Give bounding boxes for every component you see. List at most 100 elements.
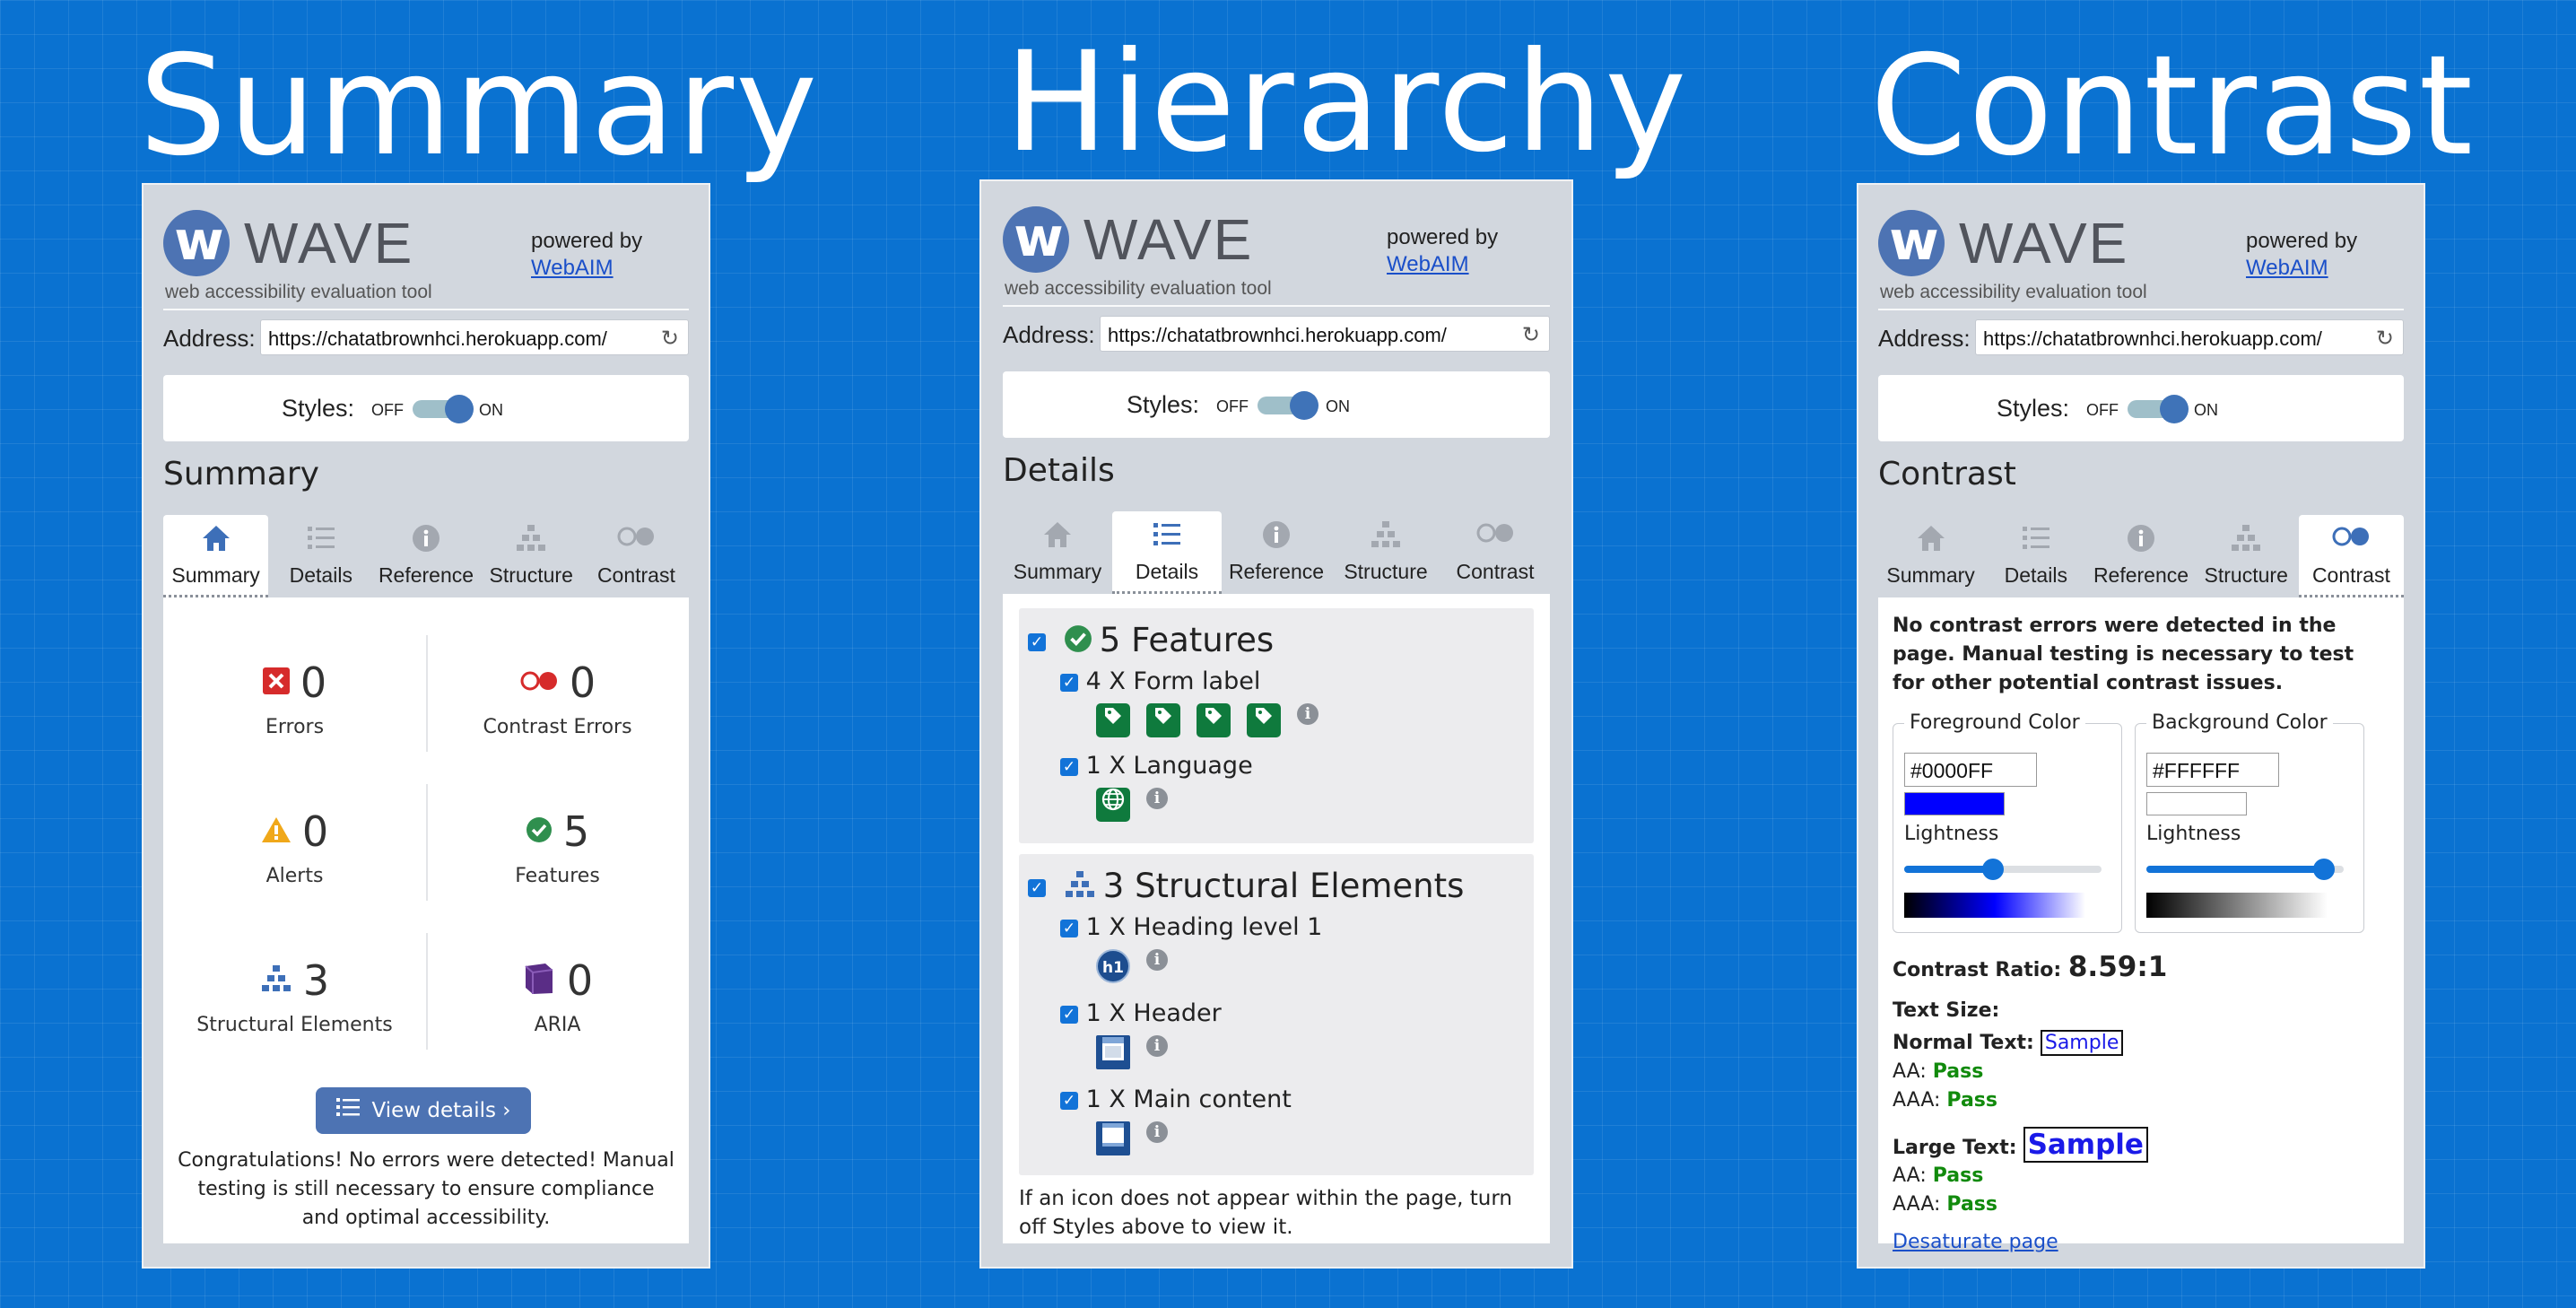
refresh-icon[interactable]: ↻	[1522, 322, 1540, 347]
address-input[interactable]: https://chatatbrownhci.herokuapp.com/ ↻	[260, 319, 689, 355]
contrast-title: Contrast	[1870, 26, 2476, 187]
info-icon[interactable]: i	[1146, 788, 1168, 809]
tab-structure[interactable]: Structure	[1331, 511, 1440, 594]
summary-content: 0 Errors 0 Contrast Errors 0 Alerts 5 Fe…	[163, 597, 689, 1243]
info-icon[interactable]: i	[1146, 1121, 1168, 1143]
congrats-message: Congratulations! No errors were detected…	[178, 1149, 674, 1229]
styles-toggle-box: Styles: OFF ON	[1003, 371, 1550, 438]
heading-checkbox[interactable]: ✓	[1060, 919, 1078, 937]
webaim-link[interactable]: WebAIM	[1387, 251, 1498, 278]
tab-contrast[interactable]: Contrast	[1440, 511, 1550, 594]
desaturate-link[interactable]: Desaturate page	[1893, 1231, 2058, 1253]
tab-summary[interactable]: Summary	[1003, 511, 1112, 594]
structure-icon	[2194, 524, 2299, 554]
tab-reference[interactable]: Reference	[1222, 511, 1331, 594]
tab-reference[interactable]: Reference	[373, 515, 478, 597]
large-text-row: Large Text: Sample	[1893, 1127, 2148, 1163]
list-icon	[1112, 520, 1222, 551]
header-badges: i	[1096, 1035, 1168, 1069]
address-row: Address: https://chatatbrownhci.herokuap…	[163, 319, 689, 359]
contrast-ratio-value: 8.59:1	[2067, 951, 2168, 983]
stat-structural-elements[interactable]: 3 Structural Elements	[163, 956, 426, 1036]
header-item: ✓ 1 X Header	[1060, 999, 1222, 1027]
refresh-icon[interactable]: ↻	[661, 326, 679, 351]
foreground-swatch	[1904, 792, 2005, 815]
wave-tagline: web accessibility evaluation tool	[1880, 282, 2147, 302]
styles-hint: If an icon does not appear within the pa…	[1019, 1187, 1512, 1239]
tag-icon[interactable]	[1197, 703, 1231, 737]
refresh-icon[interactable]: ↻	[2376, 326, 2394, 351]
tab-details[interactable]: Details	[1112, 511, 1222, 594]
view-details-button[interactable]: View details ›	[316, 1087, 531, 1134]
main-content-icon[interactable]	[1096, 1121, 1130, 1155]
feature-icon	[1064, 623, 1092, 661]
stat-features[interactable]: 5 Features	[426, 807, 689, 887]
tag-icon[interactable]	[1247, 703, 1281, 737]
stat-errors[interactable]: 0 Errors	[163, 658, 426, 738]
foreground-hex-input[interactable]: #0000FF	[1904, 753, 2037, 787]
tab-details[interactable]: Details	[268, 515, 373, 597]
tab-bar: Summary Details Reference Structure Cont…	[1878, 515, 2405, 597]
info-icon[interactable]: i	[1146, 949, 1168, 971]
h1-icon[interactable]: h1	[1096, 949, 1130, 983]
stat-aria[interactable]: 0 ARIA	[426, 956, 689, 1036]
stat-contrast-errors[interactable]: 0 Contrast Errors	[426, 658, 689, 738]
info-icon[interactable]: i	[1146, 1035, 1168, 1057]
styles-toggle[interactable]	[2128, 395, 2190, 423]
address-row: Address: https://chatatbrownhci.herokuap…	[1003, 316, 1550, 355]
large-aaa: AAA: Pass	[1893, 1193, 1997, 1216]
tag-icon[interactable]	[1146, 703, 1180, 737]
tab-details[interactable]: Details	[1983, 515, 2088, 597]
form-label-checkbox[interactable]: ✓	[1060, 673, 1078, 692]
error-icon	[262, 667, 290, 698]
language-item: ✓ 1 X Language	[1060, 752, 1253, 780]
normal-sample: Sample	[2040, 1030, 2124, 1056]
tab-structure[interactable]: Structure	[479, 515, 584, 597]
tab-summary[interactable]: Summary	[1878, 515, 1983, 597]
wave-header: w WAVE web accessibility evaluation tool…	[163, 203, 689, 310]
foreground-gradient	[1904, 893, 2085, 918]
feature-icon	[526, 816, 553, 847]
styles-toggle[interactable]	[1258, 391, 1320, 420]
structure-icon	[260, 964, 292, 997]
background-hex-input[interactable]: #FFFFFF	[2146, 753, 2279, 787]
main-content-item: ✓ 1 X Main content	[1060, 1086, 1292, 1113]
powered-by: powered by WebAIM	[1387, 225, 1499, 278]
language-checkbox[interactable]: ✓	[1060, 757, 1078, 776]
main-content-checkbox[interactable]: ✓	[1060, 1091, 1078, 1110]
tab-structure[interactable]: Structure	[2194, 515, 2299, 597]
home-icon	[1003, 520, 1112, 551]
section-heading: Details	[1003, 452, 1115, 489]
large-aa: AA: Pass	[1893, 1164, 1984, 1187]
stat-alerts[interactable]: 0 Alerts	[163, 807, 426, 887]
styles-toggle[interactable]	[413, 395, 475, 423]
address-input[interactable]: https://chatatbrownhci.herokuapp.com/ ↻	[1975, 319, 2404, 355]
foreground-lightness-slider[interactable]	[1904, 859, 2102, 880]
address-input[interactable]: https://chatatbrownhci.herokuapp.com/ ↻	[1100, 316, 1550, 352]
form-label-item: ✓ 4 X Form label	[1060, 667, 1260, 695]
structural-checkbox[interactable]: ✓	[1028, 878, 1046, 897]
tab-contrast[interactable]: Contrast	[584, 515, 689, 597]
features-heading: ✓ 5 Features	[1028, 621, 1274, 661]
address-label: Address:	[1003, 321, 1095, 348]
structure-icon	[1064, 868, 1096, 907]
info-icon[interactable]: i	[1297, 703, 1318, 725]
webaim-link[interactable]: WebAIM	[531, 255, 642, 282]
contrast-content: No contrast errors were detected in the …	[1878, 597, 2404, 1253]
webaim-link[interactable]: WebAIM	[2246, 255, 2357, 282]
header-checkbox[interactable]: ✓	[1060, 1005, 1078, 1024]
tag-icon[interactable]	[1096, 703, 1130, 737]
alert-icon	[261, 816, 292, 847]
wave-panel-contrast: w WAVE web accessibility evaluation tool…	[1857, 183, 2425, 1269]
globe-icon[interactable]	[1096, 788, 1130, 822]
styles-toggle-box: Styles: OFF ON	[163, 375, 689, 441]
header-icon[interactable]	[1096, 1035, 1130, 1069]
contrast-icon	[2299, 524, 2404, 554]
features-checkbox[interactable]: ✓	[1028, 632, 1046, 651]
background-lightness-slider[interactable]	[2146, 859, 2344, 880]
tab-reference[interactable]: Reference	[2088, 515, 2193, 597]
form-label-badges: i	[1096, 703, 1318, 737]
tab-summary[interactable]: Summary	[163, 515, 269, 597]
tab-contrast[interactable]: Contrast	[2298, 515, 2405, 597]
structure-icon	[1331, 520, 1440, 551]
